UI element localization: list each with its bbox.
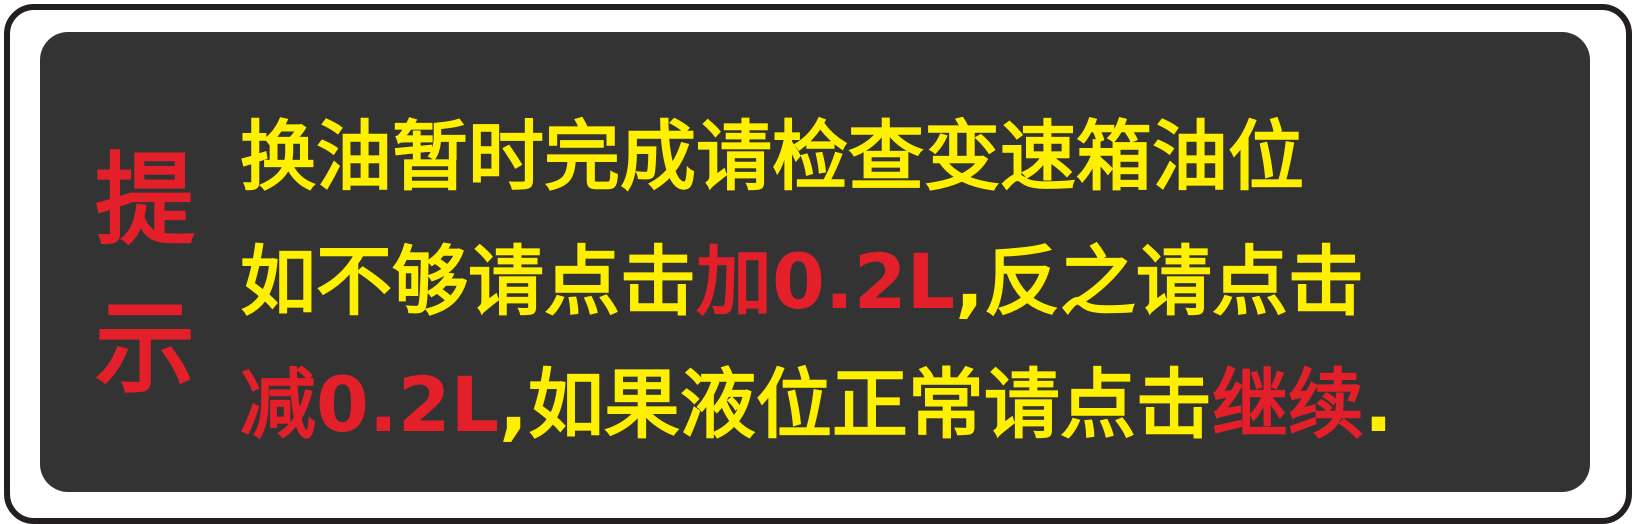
- reduce-oil-keyword: 减0.2L: [240, 360, 500, 449]
- otherwise-text: ,反之请点击: [955, 237, 1364, 326]
- notice-label-char: 提: [95, 142, 195, 259]
- continue-keyword: 继续: [1211, 360, 1364, 449]
- end-period: .: [1363, 360, 1393, 449]
- instruction-line-1: 换油暂时完成请检查变速箱油位: [240, 112, 1304, 202]
- notice-panel: 提 示 换油暂时完成请检查变速箱油位 如不够请点击加0.2L,反之请点击 减0.…: [40, 32, 1590, 492]
- instruction-line-3: 减0.2L,如果液位正常请点击继续.: [240, 360, 1393, 450]
- insufficient-text: 如不够请点击: [240, 237, 696, 326]
- notice-label-char: 示: [95, 290, 195, 407]
- oil-change-status-text: 换油暂时完成请检查变速箱油位: [240, 112, 1304, 201]
- notice-label: 提 示: [80, 127, 210, 423]
- normal-level-text: ,如果液位正常请点击: [499, 360, 1212, 449]
- add-oil-keyword: 加0.2L: [696, 237, 956, 326]
- instruction-line-2: 如不够请点击加0.2L,反之请点击: [240, 237, 1364, 327]
